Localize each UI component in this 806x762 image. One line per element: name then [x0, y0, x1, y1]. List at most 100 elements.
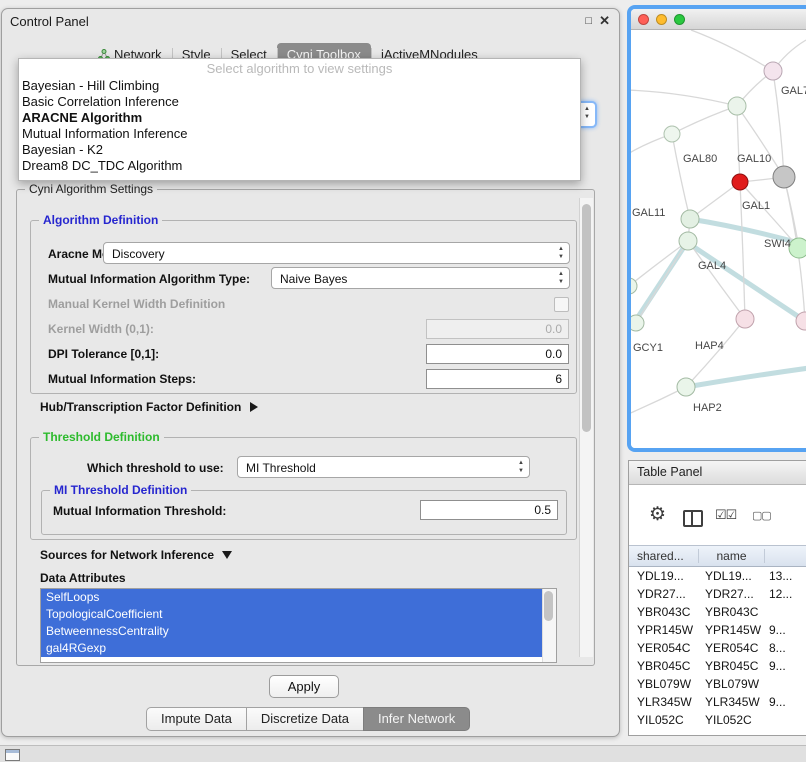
network-node-label: GAL80 [683, 153, 717, 165]
which-threshold-select[interactable]: MI Threshold [237, 456, 530, 478]
mi-steps-input[interactable] [426, 369, 569, 389]
network-node[interactable] [681, 210, 699, 228]
network-node-label: HAP2 [693, 402, 722, 414]
network-node[interactable] [679, 232, 697, 250]
network-edge [686, 368, 806, 387]
aracne-mode-select[interactable]: Discovery [103, 242, 570, 264]
network-node[interactable] [728, 97, 746, 115]
bottom-tab-discretize-data[interactable]: Discretize Data [246, 707, 364, 731]
attribute-selfloops[interactable]: SelfLoops [41, 589, 543, 606]
mi-type-label: Mutual Information Algorithm Type: [48, 272, 250, 286]
apply-button[interactable]: Apply [269, 675, 339, 698]
attribute-betweennesscentrality[interactable]: BetweennessCentrality [41, 623, 543, 640]
menu-item-aracne-algorithm[interactable]: ARACNE Algorithm [19, 110, 580, 126]
network-node-label: SWI4 [764, 238, 791, 250]
settings-scrollbar[interactable] [579, 198, 593, 657]
network-node-label: HAP4 [695, 340, 724, 352]
attribute-gal4rgexp[interactable]: gal4RGexp [41, 640, 543, 657]
mi-threshold-input[interactable] [420, 500, 558, 520]
data-attributes-list: SelfLoopsTopologicalCoefficientBetweenne… [40, 588, 557, 663]
threshold-definition-group: Threshold Definition Which threshold to … [30, 437, 577, 540]
aracne-mode-value: Discovery [112, 246, 165, 262]
zoom-traffic-light[interactable] [674, 14, 685, 25]
network-node[interactable] [732, 174, 748, 190]
network-svg: GAL7GAL80GAL10GAL11GAL1SWI4GAL4GCY1HAP4H… [631, 30, 806, 448]
bottom-tab-infer-network[interactable]: Infer Network [363, 707, 470, 731]
table-row[interactable]: YDR27...YDR27...12... [629, 585, 806, 603]
close-window-icon[interactable]: ✕ [599, 13, 610, 29]
data-attributes-label: Data Attributes [40, 571, 126, 585]
table-row[interactable]: YBR045CYBR045C9... [629, 657, 806, 675]
cell-shared-name: YLR345W [629, 693, 699, 711]
table-panel-titlebar[interactable]: Table Panel [629, 461, 806, 485]
cell-shared-name: YDL19... [629, 567, 699, 585]
dpi-tolerance-label: DPI Tolerance [0,1]: [48, 347, 159, 361]
cell-value: 8... [765, 639, 806, 657]
menu-item-basic-correlation-inference[interactable]: Basic Correlation Inference [19, 94, 580, 110]
network-node[interactable] [736, 310, 754, 328]
network-edge [688, 241, 745, 319]
table-row[interactable]: YDL19...YDL19...13... [629, 567, 806, 585]
network-node[interactable] [631, 315, 644, 331]
cell-shared-name: YER054C [629, 639, 699, 657]
network-node[interactable] [664, 126, 680, 142]
attribute-topologicalcoefficient[interactable]: TopologicalCoefficient [41, 606, 543, 623]
network-node-label: GAL4 [698, 260, 726, 272]
cell-value [765, 675, 806, 693]
scrollbar-thumb[interactable] [544, 591, 553, 621]
menu-item-mutual-information-inference[interactable]: Mutual Information Inference [19, 126, 580, 142]
float-window-icon[interactable]: □ [585, 15, 592, 27]
network-node[interactable] [789, 238, 806, 258]
unchecked-boxes-icon[interactable]: ▢▢ [752, 509, 771, 522]
hub-section-toggle[interactable]: Hub/Transcription Factor Definition [40, 400, 258, 414]
cell-shared-name: YPR145W [629, 621, 699, 639]
status-strip [0, 745, 806, 762]
cell-value: 13... [765, 567, 806, 585]
network-edge [737, 106, 740, 182]
cell-name: YBR043C [699, 603, 765, 621]
manual-kernel-label: Manual Kernel Width Definition [48, 297, 225, 311]
collapsed-arrow-icon [250, 402, 258, 412]
gear-icon[interactable]: ⚙ [649, 503, 666, 526]
network-node[interactable] [773, 166, 795, 188]
cell-value [765, 603, 806, 621]
minimize-traffic-light[interactable] [656, 14, 667, 25]
checked-boxes-icon[interactable]: ☑☑ [715, 507, 736, 523]
columns-icon[interactable] [683, 510, 703, 527]
table-row[interactable]: YBL079WYBL079W [629, 675, 806, 693]
table-row[interactable]: YPR145WYPR145W9... [629, 621, 806, 639]
bottom-tab-impute-data[interactable]: Impute Data [146, 707, 247, 731]
cell-value: 9... [765, 621, 806, 639]
sources-section-toggle[interactable]: Sources for Network Inference [40, 548, 232, 562]
network-window-titlebar[interactable] [631, 9, 806, 30]
network-canvas[interactable]: GAL7GAL80GAL10GAL11GAL1SWI4GAL4GCY1HAP4H… [631, 30, 806, 448]
cell-shared-name: YIL052C [629, 711, 699, 729]
cell-value: 9... [765, 693, 806, 711]
mi-type-select[interactable]: Naive Bayes [271, 267, 570, 289]
menu-item-dream8-dc-tdc-algorithm[interactable]: Dream8 DC_TDC Algorithm [19, 158, 580, 174]
table-row[interactable]: YIL052CYIL052C [629, 711, 806, 729]
algorithm-select-fragment[interactable] [579, 101, 597, 128]
scrollbar-thumb[interactable] [582, 204, 591, 432]
table-row[interactable]: YLR345WYLR345W9... [629, 693, 806, 711]
table-row[interactable]: YER054CYER054C8... [629, 639, 806, 657]
control-panel-titlebar[interactable]: Control Panel □ ✕ [2, 9, 619, 35]
network-node[interactable] [764, 62, 782, 80]
mi-threshold-group: MI Threshold Definition Mutual Informati… [41, 490, 567, 535]
network-node-label: GAL1 [742, 200, 770, 212]
column-header-2[interactable]: name [699, 549, 765, 563]
network-node[interactable] [677, 378, 695, 396]
table-row[interactable]: YBR043CYBR043C [629, 603, 806, 621]
network-edge [691, 30, 773, 71]
mi-threshold-label: Mutual Information Threshold: [53, 504, 226, 518]
manual-kernel-checkbox [554, 297, 569, 312]
kernel-width-label: Kernel Width (0,1): [48, 322, 154, 336]
attributes-scrollbar[interactable] [542, 589, 556, 662]
combo-arrows-icon [556, 245, 566, 261]
menu-item-bayesian-hill-climbing[interactable]: Bayesian - Hill Climbing [19, 78, 580, 94]
column-header-1[interactable]: shared... [629, 549, 699, 563]
dpi-tolerance-input[interactable] [426, 344, 569, 364]
sw-panel-toggle-icon[interactable] [5, 749, 20, 761]
menu-item-bayesian-k2[interactable]: Bayesian - K2 [19, 142, 580, 158]
close-traffic-light[interactable] [638, 14, 649, 25]
